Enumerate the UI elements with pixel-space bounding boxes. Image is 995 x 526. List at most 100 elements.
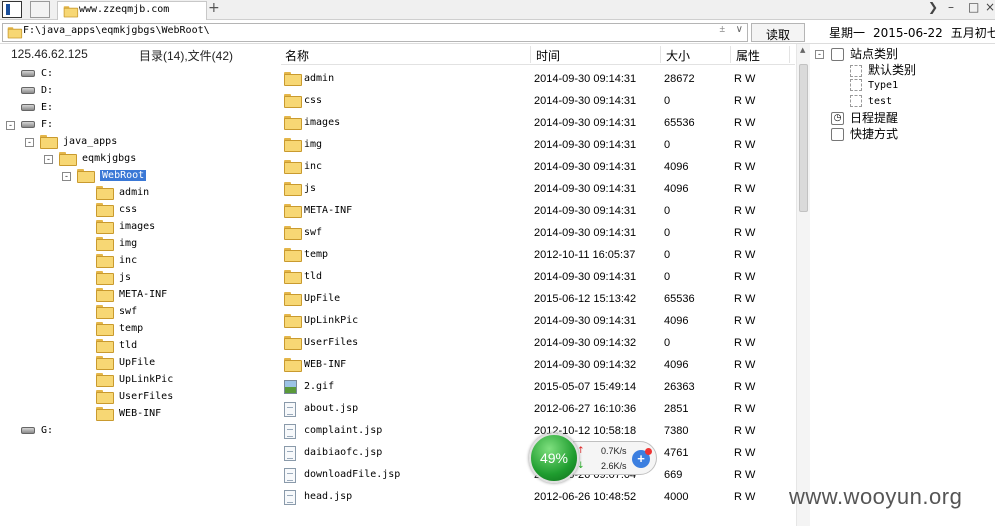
file-attr: R W — [734, 491, 756, 503]
close-icon[interactable]: × — [985, 0, 995, 14]
drive-icon — [21, 86, 35, 94]
tree-folder-item[interactable]: UpFile — [96, 355, 155, 371]
file-row[interactable]: UpLinkPic 2014-09-30 09:14:31 4096 R W — [281, 310, 795, 332]
file-time: 2014-09-30 09:14:31 — [534, 95, 637, 107]
add-tab-button[interactable]: + — [208, 0, 220, 16]
collapse-icon[interactable]: - — [62, 172, 71, 181]
tree-java-apps[interactable]: java_apps — [40, 134, 117, 150]
collapse-icon[interactable]: - — [25, 138, 34, 147]
file-attr: R W — [734, 249, 756, 261]
tree-folder-item[interactable]: UpLinkPic — [96, 372, 173, 388]
category-node-icon — [850, 79, 862, 91]
tree-folder-item[interactable]: META-INF — [96, 287, 167, 303]
minimize-icon[interactable]: – — [948, 0, 954, 14]
maximize-icon[interactable]: □ — [968, 0, 979, 14]
tree-folder-item[interactable]: temp — [96, 321, 143, 337]
file-row[interactable]: temp 2012-10-11 16:05:37 0 R W — [281, 244, 795, 266]
collapse-icon[interactable]: - — [6, 121, 15, 130]
tree-eqmkjgbgs[interactable]: eqmkjgbgs — [59, 151, 136, 167]
file-time: 2015-05-07 15:49:14 — [534, 381, 637, 393]
folder-icon — [284, 182, 302, 196]
tree-folder-item[interactable]: swf — [96, 304, 137, 320]
file-size: 0 — [664, 227, 671, 239]
file-name: about.jsp — [304, 403, 359, 414]
tree-drive-c[interactable]: C: — [21, 66, 53, 82]
file-row[interactable]: css 2014-09-30 09:14:31 0 R W — [281, 90, 795, 112]
file-row[interactable]: admin 2014-09-30 09:14:31 28672 R W — [281, 68, 795, 90]
selected-folder: WebRoot — [100, 170, 147, 181]
watermark: www.wooyun.org — [789, 484, 963, 509]
shortcuts[interactable]: 快捷方式 — [831, 126, 898, 142]
file-name: complaint.jsp — [304, 425, 383, 436]
file-row[interactable]: img 2014-09-30 09:14:31 0 R W — [281, 134, 795, 156]
file-name: swf — [304, 227, 323, 238]
sidebar-toggle-icon[interactable] — [2, 1, 22, 18]
folder-icon — [96, 407, 114, 421]
file-row[interactable]: 2.gif 2015-05-07 15:49:14 26363 R W — [281, 376, 795, 398]
tree-drive-g[interactable]: G: — [21, 423, 53, 439]
folder-icon — [96, 305, 114, 319]
file-list-scrollbar[interactable]: ▲ — [796, 44, 810, 526]
tree-folder-item[interactable]: WEB-INF — [96, 406, 161, 422]
site-category[interactable]: 站点类别 — [831, 46, 898, 62]
scroll-up-icon[interactable]: ▲ — [800, 46, 805, 54]
shortcut-icon — [831, 128, 844, 141]
collapse-icon[interactable]: - — [815, 50, 824, 59]
file-size: 669 — [664, 469, 683, 481]
schedule-reminder[interactable]: ◷ 日程提醒 — [831, 110, 898, 126]
file-icon — [284, 490, 296, 505]
path-input[interactable]: F:\java_apps\eqmkjgbgs\WebRoot\ ± ∨ — [2, 23, 748, 42]
folder-icon — [284, 138, 302, 152]
tree-drive-f[interactable]: F: — [21, 117, 53, 133]
file-row[interactable]: swf 2014-09-30 09:14:31 0 R W — [281, 222, 795, 244]
col-name[interactable]: 名称 — [285, 47, 309, 64]
tree-folder-item[interactable]: img — [96, 236, 137, 252]
alert-dot-icon — [645, 448, 652, 455]
network-speed-widget[interactable]: ↑ 0.7K/s ↓ 2.6K/s + 49% — [529, 433, 658, 483]
category-type1[interactable]: Type1 — [850, 78, 898, 94]
tree-folder-item[interactable]: js — [96, 270, 131, 286]
col-size[interactable]: 大小 — [666, 47, 690, 64]
tree-drive-d[interactable]: D: — [21, 83, 53, 99]
file-row[interactable]: inc 2014-09-30 09:14:31 4096 R W — [281, 156, 795, 178]
chevron-down-icon[interactable]: ∨ — [736, 24, 743, 35]
tree-folder-item[interactable]: UserFiles — [96, 389, 173, 405]
plus-minus-icon[interactable]: ± — [720, 24, 726, 35]
memory-usage-ball[interactable]: 49% — [529, 433, 579, 483]
file-row[interactable]: head.jsp 2012-06-26 10:48:52 4000 R W — [281, 486, 795, 508]
file-attr: R W — [734, 293, 756, 305]
category-default[interactable]: 默认类别 — [850, 62, 916, 78]
file-row[interactable]: UserFiles 2014-09-30 09:14:32 0 R W — [281, 332, 795, 354]
scroll-thumb[interactable] — [799, 64, 808, 212]
file-row[interactable]: js 2014-09-30 09:14:31 4096 R W — [281, 178, 795, 200]
file-row[interactable]: images 2014-09-30 09:14:31 65536 R W — [281, 112, 795, 134]
file-row[interactable]: UpFile 2015-06-12 15:13:42 65536 R W — [281, 288, 795, 310]
chevron-right-icon[interactable]: ❯ — [928, 0, 938, 14]
file-row[interactable]: WEB-INF 2014-09-30 09:14:32 4096 R W — [281, 354, 795, 376]
tree-webroot[interactable]: WebRoot — [77, 168, 147, 184]
tab-site[interactable]: www.zzeqmjb.com — [57, 1, 207, 20]
tree-folder-item[interactable]: images — [96, 219, 155, 235]
col-attr[interactable]: 属性 — [736, 47, 760, 64]
file-size: 7380 — [664, 425, 689, 437]
read-button[interactable]: 读取 — [751, 23, 805, 42]
collapse-icon[interactable]: - — [44, 155, 53, 164]
file-name: temp — [304, 249, 329, 260]
file-time: 2014-09-30 09:14:31 — [534, 205, 637, 217]
file-time: 2014-09-30 09:14:31 — [534, 227, 637, 239]
col-time[interactable]: 时间 — [536, 47, 560, 64]
file-row[interactable]: about.jsp 2012-06-27 16:10:36 2851 R W — [281, 398, 795, 420]
tree-folder-item[interactable]: inc — [96, 253, 137, 269]
file-row[interactable]: META-INF 2014-09-30 09:14:31 0 R W — [281, 200, 795, 222]
file-icon — [284, 446, 296, 461]
file-row[interactable]: tld 2014-09-30 09:14:31 0 R W — [281, 266, 795, 288]
tree-folder-item[interactable]: tld — [96, 338, 137, 354]
folder-icon — [284, 116, 302, 130]
blank-tab-icon[interactable] — [30, 1, 50, 18]
file-size: 65536 — [664, 293, 695, 305]
folder-icon — [284, 94, 302, 108]
tree-folder-item[interactable]: css — [96, 202, 137, 218]
category-test[interactable]: test — [850, 94, 892, 110]
tree-drive-e[interactable]: E: — [21, 100, 53, 116]
tree-folder-item[interactable]: admin — [96, 185, 149, 201]
